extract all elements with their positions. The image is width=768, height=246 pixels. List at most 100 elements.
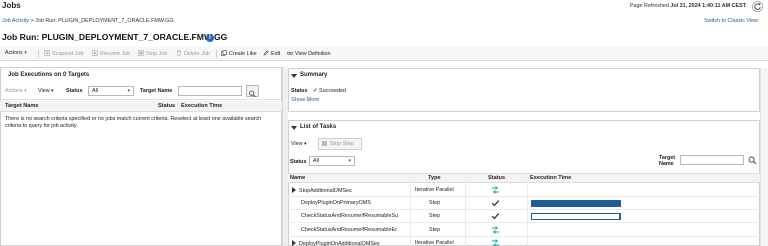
tasks-status-value: All xyxy=(313,158,319,164)
executions-view-label: View xyxy=(38,88,50,94)
summary-status-value: ✓ Succeeded xyxy=(313,88,346,94)
col-execution-time[interactable]: Execution Time xyxy=(181,103,222,109)
skipped-arrows-icon xyxy=(492,239,499,246)
breadcrumb-current: Job Run: PLUGIN_DEPLOYMENT_7_ORACLE.FMW.… xyxy=(35,18,174,24)
page-refreshed-text: Page Refreshed Jul 31, 2024 1:40:11 AM C… xyxy=(630,3,746,9)
executions-target-label: Target Name xyxy=(140,88,173,94)
summary-status-label: Status xyxy=(291,88,308,94)
search-icon xyxy=(249,90,256,98)
actions-menu[interactable]: Actions ▾ xyxy=(5,50,27,56)
stop-step-button[interactable]: Stop Step xyxy=(318,138,362,150)
info-icon[interactable]: i xyxy=(206,34,214,42)
summary-status-text: Succeeded xyxy=(319,88,347,94)
task-name: DeployPluginOnAdditionalOMSes xyxy=(299,240,380,246)
task-type: Iterative Parallel xyxy=(415,239,454,246)
task-type: Step xyxy=(429,200,441,207)
job-toolbar: Actions ▾ Suspend Job Resume Job Stop Jo… xyxy=(0,47,768,61)
search-icon[interactable] xyxy=(747,155,758,166)
expand-row-icon[interactable] xyxy=(292,239,296,246)
task-row[interactable]: DeployPluginOnAdditionalOMSes Iterative P… xyxy=(288,237,760,246)
task-name-cell[interactable]: StopAdditionalOMSes xyxy=(292,187,352,194)
col-name[interactable]: Name xyxy=(290,175,305,181)
delete-job-label: Delete Job xyxy=(184,51,210,57)
breadcrumb: Job Activity > Job Run: PLUGIN_DEPLOYMEN… xyxy=(2,18,174,24)
task-type: Step xyxy=(429,213,441,220)
show-more-link[interactable]: Show More xyxy=(291,97,319,103)
tasks-view-menu[interactable]: View ▾ xyxy=(291,141,307,147)
task-type: Iterative Parallel xyxy=(415,187,454,193)
col-type[interactable]: Type xyxy=(428,175,441,181)
task-type: Step xyxy=(429,226,441,233)
check-icon xyxy=(491,213,500,220)
resume-icon xyxy=(92,50,98,56)
chevron-down-icon: ▾ xyxy=(127,88,130,94)
job-executions-title: Job Executions on 0 Targets xyxy=(8,72,90,78)
create-like-button[interactable]: Create Like xyxy=(221,50,257,57)
task-name-cell[interactable]: CheckStatusAndResumeIfResumableSu xyxy=(301,213,398,219)
stop-job-button[interactable]: Stop Job xyxy=(138,50,167,57)
resume-job-label: Resume Job xyxy=(100,51,131,57)
breadcrumb-job-activity-link[interactable]: Job Activity xyxy=(2,18,29,24)
executions-empty-message: There is no search criteria specified or… xyxy=(5,116,262,129)
breadcrumb-separator: > xyxy=(30,18,34,24)
executions-toolbar: Actions ▾ View ▾ Status All ▾ Target Nam… xyxy=(0,83,282,100)
col-status[interactable]: Status xyxy=(158,103,175,109)
check-icon: ✓ xyxy=(313,88,318,94)
chevron-down-icon: ▾ xyxy=(348,158,351,164)
resume-job-button[interactable]: Resume Job xyxy=(92,50,130,57)
summary-title: Summary xyxy=(300,72,328,78)
tasks-status-select[interactable]: All ▾ xyxy=(309,156,355,166)
task-row[interactable]: CheckStatusAndResumeIfResumableEr Step xyxy=(288,224,760,237)
vertical-scrollbar[interactable] xyxy=(760,68,768,246)
stop-icon xyxy=(138,50,144,56)
skipped-arrows-icon xyxy=(492,225,499,234)
switch-classic-view-link[interactable]: Switch to Classic View xyxy=(704,18,758,24)
task-name-cell[interactable]: CheckStatusAndResumeIfResumableEr xyxy=(301,227,397,233)
chevron-down-icon: ▾ xyxy=(24,50,27,56)
edit-button[interactable]: Edit xyxy=(263,50,280,57)
collapse-summary-icon[interactable] xyxy=(291,74,297,78)
app-title: Jobs xyxy=(2,1,21,10)
chevron-down-icon: ▾ xyxy=(49,88,54,94)
executions-status-select[interactable]: All ▾ xyxy=(88,86,134,96)
execution-time-bar xyxy=(531,213,622,221)
task-row[interactable]: StopAdditionalOMSes Iterative Parallel xyxy=(288,184,760,197)
view-definition-button[interactable]: View Definition xyxy=(287,50,331,57)
refresh-icon[interactable] xyxy=(752,1,763,12)
suspend-job-button[interactable]: Suspend Job xyxy=(44,50,83,57)
list-of-tasks-title: List of Tasks xyxy=(300,124,337,130)
col-task-status[interactable]: Status xyxy=(488,175,505,181)
delete-icon xyxy=(177,50,181,56)
expand-row-icon[interactable] xyxy=(292,187,296,193)
view-definition-label: View Definition xyxy=(295,51,331,57)
executions-view-menu[interactable]: View ▾ xyxy=(38,88,54,94)
task-name: CheckStatusAndResumeIfResumableEr xyxy=(301,226,397,233)
page-title: Job Run: PLUGIN_DEPLOYMENT_7_ORACLE.FMW.… xyxy=(2,32,228,42)
executions-status-value: All xyxy=(92,88,98,94)
executions-status-label: Status xyxy=(66,88,83,94)
task-row[interactable]: DeployPluginOnPrimaryOMS Step xyxy=(288,197,760,211)
stop-step-label: Stop Step xyxy=(330,141,354,147)
stop-icon xyxy=(322,141,327,146)
col-target-name[interactable]: Target Name xyxy=(5,103,38,109)
executions-target-input[interactable] xyxy=(178,86,242,96)
tasks-status-label: Status xyxy=(290,159,307,165)
task-name-cell[interactable]: DeployPluginOnAdditionalOMSes xyxy=(292,239,380,246)
tasks-target-input[interactable] xyxy=(680,155,744,165)
task-name: StopAdditionalOMSes xyxy=(299,188,352,194)
collapse-tasks-icon[interactable] xyxy=(291,126,297,130)
task-row[interactable]: CheckStatusAndResumeIfResumableSu Step xyxy=(288,210,760,224)
create-like-label: Create Like xyxy=(229,51,257,57)
executions-actions-menu[interactable]: Actions ▾ xyxy=(5,88,27,94)
copy-icon xyxy=(221,50,227,56)
delete-job-button[interactable]: Delete Job xyxy=(176,50,210,57)
task-name-cell[interactable]: DeployPluginOnPrimaryOMS xyxy=(301,200,371,206)
executions-search-button[interactable] xyxy=(246,85,259,98)
pencil-icon xyxy=(263,50,269,56)
refreshed-label: Page Refreshed xyxy=(629,3,669,9)
chevron-down-icon: ▾ xyxy=(22,88,27,94)
col-task-execution-time[interactable]: Execution Time xyxy=(530,175,571,181)
task-name: CheckStatusAndResumeIfResumableSu xyxy=(301,213,399,220)
execution-time-bar xyxy=(531,200,622,208)
skipped-arrows-icon xyxy=(492,186,499,194)
